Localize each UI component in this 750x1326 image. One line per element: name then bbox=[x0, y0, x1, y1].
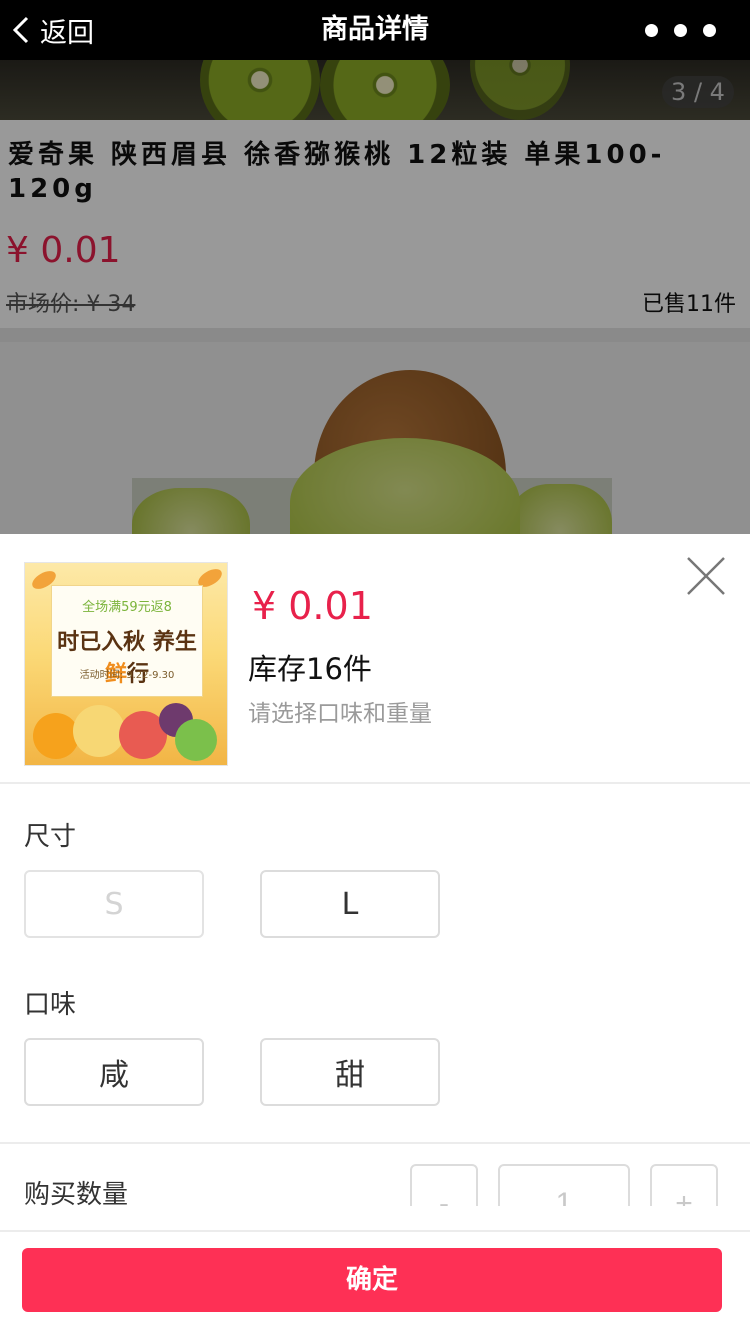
quantity-decrease-button[interactable]: - bbox=[410, 1164, 478, 1206]
grapefruit-image bbox=[73, 705, 125, 757]
modal-backdrop[interactable] bbox=[0, 60, 750, 534]
apple-image bbox=[175, 719, 217, 761]
size-option-l[interactable]: L bbox=[260, 870, 440, 938]
navigation-bar: 返回 商品详情 bbox=[0, 0, 750, 60]
sku-price: ¥ 0.01 bbox=[252, 584, 373, 628]
size-option-s[interactable]: S bbox=[24, 870, 204, 938]
quantity-label: 购买数量 bbox=[24, 1180, 129, 1210]
ellipsis-icon bbox=[674, 23, 687, 37]
sku-selector-sheet: 全场满59元返8 时已入秋 养生鲜行 活动时间: 9.22-9.30 ¥ 0.0… bbox=[0, 534, 750, 1326]
quantity-stepper: - 1 + bbox=[400, 1162, 730, 1206]
more-menu-button[interactable] bbox=[645, 0, 716, 60]
divider bbox=[0, 782, 750, 784]
close-button[interactable] bbox=[682, 552, 730, 600]
back-label: 返回 bbox=[40, 17, 94, 49]
flavor-option-salty[interactable]: 咸 bbox=[24, 1038, 204, 1106]
promo-date: 活动时间: 9.22-9.30 bbox=[79, 670, 175, 681]
divider bbox=[0, 1142, 750, 1144]
flavor-option-sweet[interactable]: 甜 bbox=[260, 1038, 440, 1106]
chevron-left-icon bbox=[12, 16, 29, 44]
back-button[interactable]: 返回 bbox=[10, 0, 94, 60]
flavor-label: 口味 bbox=[24, 990, 77, 1020]
page-title: 商品详情 bbox=[321, 14, 429, 45]
orange-image bbox=[33, 713, 79, 759]
stock-count: 库存16件 bbox=[248, 652, 372, 686]
promo-text: 全场满59元返8 bbox=[82, 600, 172, 615]
close-icon bbox=[687, 557, 725, 595]
promo-banner: 全场满59元返8 时已入秋 养生鲜行 活动时间: 9.22-9.30 bbox=[51, 585, 203, 697]
ellipsis-icon bbox=[703, 23, 716, 37]
quantity-input[interactable]: 1 bbox=[498, 1164, 630, 1206]
confirm-button[interactable]: 确定 bbox=[22, 1248, 722, 1312]
quantity-increase-button[interactable]: + bbox=[650, 1164, 718, 1206]
bottom-action-bar: 确定 bbox=[0, 1230, 750, 1326]
selection-hint: 请选择口味和重量 bbox=[248, 701, 432, 727]
product-thumbnail: 全场满59元返8 时已入秋 养生鲜行 活动时间: 9.22-9.30 bbox=[24, 562, 228, 766]
size-label: 尺寸 bbox=[24, 822, 77, 852]
ellipsis-icon bbox=[645, 23, 658, 37]
